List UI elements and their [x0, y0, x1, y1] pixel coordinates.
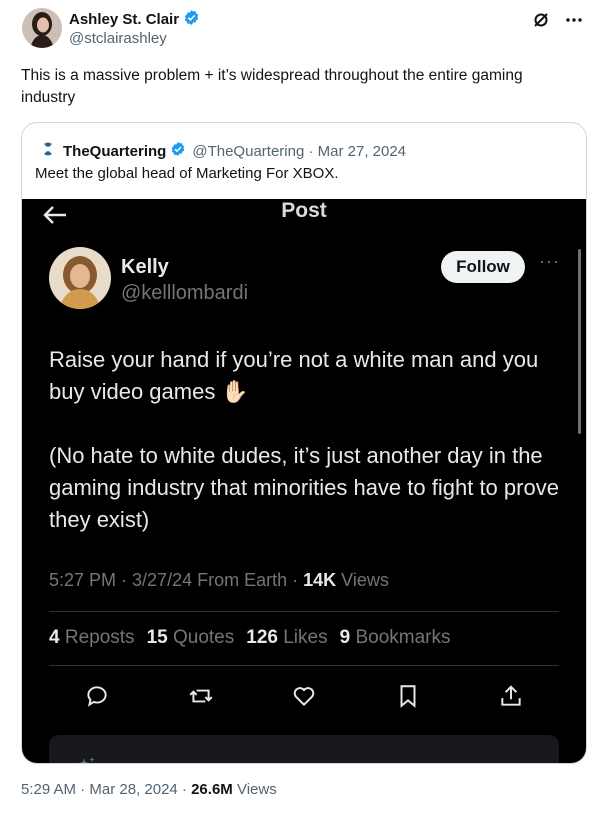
- author-name[interactable]: Ashley St. Clair: [69, 11, 179, 28]
- screenshot-stats: 4 Reposts 15 Quotes 126 Likes 9 Bookmark…: [49, 627, 450, 649]
- more-icon[interactable]: [565, 17, 583, 23]
- screenshot-header: Post: [22, 199, 586, 241]
- footer-time[interactable]: 5:29 AM · Mar 28, 2024 ·: [21, 781, 191, 798]
- screenshot-more-icon: ···: [539, 251, 560, 271]
- quote-text: Meet the global head of Marketing For XB…: [35, 165, 339, 182]
- sparkle-icon: [79, 757, 97, 763]
- verified-badge-icon: [183, 9, 200, 30]
- tweet-footer: 5:29 AM · Mar 28, 2024 · 26.6M Views: [21, 781, 277, 798]
- divider: [49, 611, 559, 612]
- author-avatar[interactable]: [22, 8, 62, 48]
- author-name-row[interactable]: Ashley St. Clair: [69, 9, 200, 30]
- reply-icon: [84, 683, 110, 709]
- screenshot-meta: 5:27 PM · 3/27/24 From Earth · 14K Views: [49, 570, 389, 591]
- screenshot-name: Kelly: [121, 256, 169, 278]
- divider: [49, 665, 559, 666]
- embedded-screenshot[interactable]: Post Kelly @kelllombardi Follow ··· Rais…: [22, 199, 586, 763]
- screenshot-actions: [84, 683, 524, 709]
- screenshot-views-count: 14K: [303, 570, 337, 590]
- top-actions: [531, 10, 583, 30]
- footer-views-count: 26.6M: [191, 781, 233, 798]
- screenshot-handle: @kelllombardi: [121, 282, 249, 304]
- quote-card[interactable]: TheQuartering @TheQuartering · Mar 27, 2…: [21, 122, 587, 764]
- like-icon: [291, 683, 317, 709]
- quote-meta: @TheQuartering · Mar 27, 2024: [192, 142, 407, 160]
- quote-header: TheQuartering @TheQuartering · Mar 27, 2…: [37, 138, 406, 164]
- bookmark-icon: [395, 683, 421, 709]
- screenshot-body-line2: (No hate to white dudes, it’s just anoth…: [49, 443, 559, 532]
- screenshot-body: Raise your hand if you’re not a white ma…: [49, 344, 569, 536]
- share-icon: [498, 683, 524, 709]
- quote-author-name[interactable]: TheQuartering: [63, 143, 166, 160]
- screenshot-title: Post: [281, 199, 327, 222]
- stat-quotes: 15 Quotes: [146, 627, 235, 648]
- tweet-text: This is a massive problem + it’s widespr…: [21, 67, 523, 106]
- author-handle[interactable]: @stclairashley: [69, 30, 167, 47]
- screenshot-body-line1: Raise your hand if you’re not a white ma…: [49, 347, 539, 404]
- stat-likes: 126 Likes: [246, 627, 328, 648]
- repost-icon: [188, 683, 214, 709]
- stat-bookmarks: 9 Bookmarks: [339, 627, 451, 648]
- verified-badge-icon: [170, 141, 186, 161]
- screenshot-avatar: [49, 247, 111, 309]
- grok-icon[interactable]: [531, 10, 551, 30]
- footer-views-label: Views: [232, 781, 277, 798]
- screenshot-views-label: Views: [336, 570, 389, 590]
- follow-button: Follow: [441, 251, 525, 283]
- similar-posts-panel: [49, 735, 559, 763]
- stat-reposts: 4 Reposts: [49, 627, 135, 648]
- screenshot-meta-time: 5:27 PM · 3/27/24 From Earth ·: [49, 570, 304, 590]
- quote-avatar[interactable]: [37, 138, 59, 164]
- screenshot-scrollbar: [578, 249, 581, 434]
